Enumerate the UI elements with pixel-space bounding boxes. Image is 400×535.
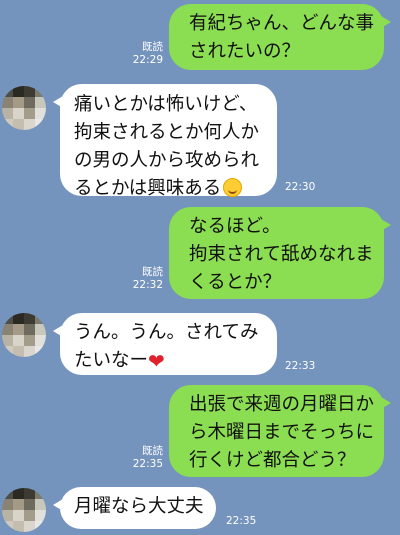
message-line: 痛いとかは怖いけど、	[74, 94, 258, 115]
heart-icon: ❤	[148, 349, 165, 373]
message-line: 拘束されるとか何人か	[74, 122, 260, 143]
message-line: 行くけど都合どう？	[189, 450, 356, 471]
message-line: の男の人から攻められ	[74, 150, 260, 171]
timestamp: 22:32	[132, 279, 163, 291]
outgoing-message-bubble[interactable]: 出張で来週の月曜日か ら木曜日までそっちに 行くけど都合どう？	[169, 385, 391, 477]
timestamp: 22:33	[285, 360, 316, 372]
message-line: ら木曜日までそっちに	[189, 422, 375, 443]
read-receipt: 既読	[142, 266, 163, 278]
outgoing-message-bubble[interactable]: なるほど。 拘束されて舐めなれま くるとか？	[169, 207, 391, 299]
message-line: されたいの？	[189, 41, 301, 62]
message-line: 拘束されて舐めなれま	[189, 244, 374, 265]
message-line: たいなー❤	[74, 349, 165, 373]
incoming-message-bubble[interactable]: 痛いとかは怖いけど、 拘束されるとか何人か の男の人から攻められ るとかは興味あ…	[53, 84, 277, 199]
contact-avatar[interactable]	[2, 488, 46, 532]
message-meta: 既読 22:29	[133, 41, 163, 67]
incoming-message-bubble[interactable]: 月曜なら大丈夫	[53, 487, 216, 529]
read-receipt: 既読	[142, 445, 163, 457]
message-meta: 既読 22:32	[133, 266, 163, 292]
smiling-face-icon	[223, 178, 243, 197]
message-line: くるとか？	[189, 272, 282, 293]
read-receipt: 既読	[142, 41, 163, 53]
message-line: るとかは興味ある	[74, 175, 267, 203]
timestamp: 22:35	[132, 458, 163, 470]
message-line: なるほど。	[189, 216, 281, 237]
message-line: 月曜なら大丈夫	[74, 496, 204, 517]
contact-avatar[interactable]	[2, 313, 46, 357]
message-meta: 既読 22:35	[133, 445, 163, 471]
message-line: 有紀ちゃん、どんな事	[189, 13, 375, 34]
chat-area: 既読 22:29 有紀ちゃん、どんな事 されたいの？ 痛いとかは怖いけど、 拘束…	[0, 0, 400, 535]
incoming-message-bubble[interactable]: うん。うん。されてみ たいなー❤	[53, 313, 277, 375]
timestamp: 22:35	[226, 515, 257, 527]
outgoing-message-bubble[interactable]: 有紀ちゃん、どんな事 されたいの？	[169, 4, 391, 70]
timestamp: 22:29	[132, 54, 163, 66]
message-line: うん。うん。されてみ	[74, 322, 259, 343]
message-line: 出張で来週の月曜日か	[189, 394, 375, 415]
contact-avatar[interactable]	[2, 86, 46, 130]
timestamp: 22:30	[285, 181, 316, 193]
